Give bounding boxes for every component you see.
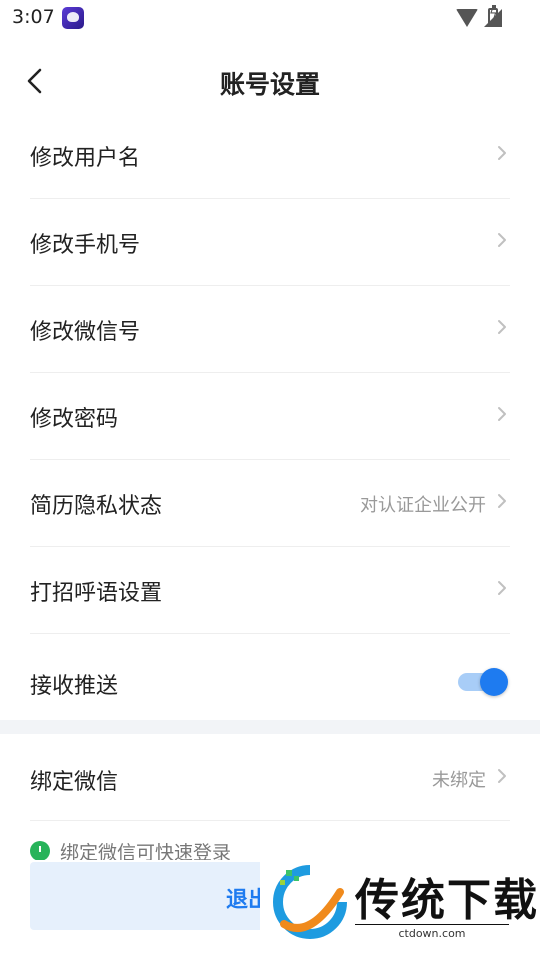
- chevron-right-icon: [496, 231, 508, 249]
- info-icon: [30, 841, 50, 860]
- settings-item-label: 修改密码: [30, 407, 119, 432]
- settings-item-value: 未绑定: [432, 770, 486, 791]
- watermark-logo-icon: [273, 865, 347, 939]
- settings-item-wechat-id[interactable]: 修改微信号: [30, 286, 510, 373]
- section-divider: [0, 720, 540, 734]
- settings-item-username[interactable]: 修改用户名: [30, 112, 510, 199]
- settings-item-label: 修改用户名: [30, 146, 141, 171]
- app-notification-icon: [62, 7, 84, 29]
- status-bar: 3:07: [0, 0, 540, 36]
- watermark-site: ctdown.com: [355, 924, 509, 940]
- settings-item-label: 绑定微信: [30, 770, 119, 795]
- chevron-right-icon: [496, 767, 508, 785]
- settings-item-phone[interactable]: 修改手机号: [30, 199, 510, 286]
- settings-item-resume-privacy[interactable]: 简历隐私状态 对认证企业公开: [30, 460, 510, 547]
- settings-item-label: 修改手机号: [30, 233, 141, 258]
- chevron-right-icon: [496, 144, 508, 162]
- settings-item-password[interactable]: 修改密码: [30, 373, 510, 460]
- wechat-hint: 绑定微信可快速登录: [30, 838, 330, 860]
- settings-item-label: 打招呼语设置: [30, 581, 163, 606]
- settings-item-bind-wechat[interactable]: 绑定微信 未绑定: [30, 734, 510, 821]
- settings-item-greeting[interactable]: 打招呼语设置: [30, 547, 510, 634]
- navigation-bar: 账号设置: [0, 50, 540, 112]
- wifi-icon: [456, 9, 478, 27]
- settings-item-label: 接收推送: [30, 674, 119, 699]
- settings-item-label: 修改微信号: [30, 320, 141, 345]
- settings-list: 修改用户名 修改手机号 修改微信号 修改密码 简历隐私状态 对认证企业公开 打招…: [0, 112, 540, 726]
- wechat-hint-text: 绑定微信可快速登录: [60, 842, 232, 860]
- settings-item-push: 接收推送: [30, 634, 510, 726]
- settings-item-value: 对认证企业公开: [360, 495, 486, 516]
- watermark-brand: 传统下载: [355, 875, 539, 926]
- wechat-section: 绑定微信 未绑定: [0, 734, 540, 821]
- chevron-right-icon: [496, 405, 508, 423]
- chevron-right-icon: [496, 318, 508, 336]
- chevron-right-icon: [496, 492, 508, 510]
- settings-item-label: 简历隐私状态: [30, 494, 163, 519]
- page-title: 账号设置: [219, 70, 320, 99]
- watermark: 传统下载 ctdown.com: [260, 858, 540, 948]
- battery-charging-icon: [488, 5, 498, 26]
- chevron-right-icon: [496, 579, 508, 597]
- status-time: 3:07: [12, 6, 55, 28]
- toggle-knob: [480, 668, 508, 696]
- push-toggle[interactable]: [458, 668, 508, 696]
